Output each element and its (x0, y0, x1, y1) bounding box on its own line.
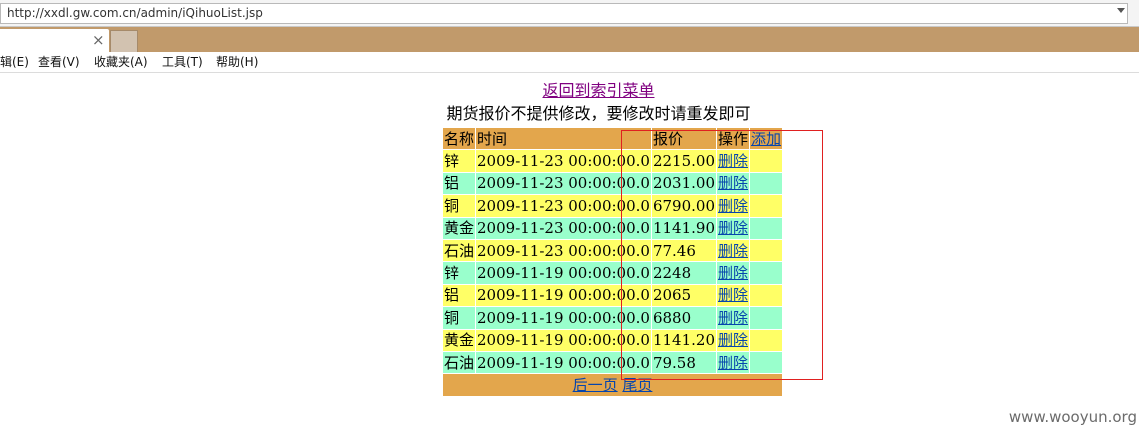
cell-name: 黄金 (443, 329, 476, 351)
cell-empty (750, 150, 783, 172)
table-header-row: 名称 时间 报价 操作 添加 (443, 128, 783, 150)
delete-link[interactable]: 删除 (718, 354, 748, 372)
cell-time: 2009-11-19 00:00:00.0 (476, 351, 651, 374)
table-row: 石油 2009-11-23 00:00:00.0 77.46 删除 (443, 239, 783, 262)
cell-time: 2009-11-23 00:00:00.0 (476, 172, 651, 195)
table-row: 铝 2009-11-23 00:00:00.0 2031.00 删除 (443, 172, 783, 195)
table-row: 黄金 2009-11-19 00:00:00.0 1141.20 删除 (443, 329, 783, 351)
table-row: 黄金 2009-11-23 00:00:00.0 1141.90 删除 (443, 217, 783, 239)
cell-name: 铝 (443, 284, 476, 307)
delete-link[interactable]: 删除 (718, 264, 748, 282)
delete-link[interactable]: 删除 (718, 331, 748, 349)
table-row: 石油 2009-11-19 00:00:00.0 79.58 删除 (443, 351, 783, 374)
delete-link[interactable]: 删除 (718, 174, 748, 192)
cell-name: 石油 (443, 239, 476, 262)
watermark: www.wooyun.org (1008, 408, 1137, 426)
cell-time: 2009-11-19 00:00:00.0 (476, 284, 651, 307)
last-page-link[interactable]: 尾页 (622, 376, 652, 394)
menu-tools[interactable]: 工具(T) (162, 55, 203, 69)
url-input[interactable]: http://xxdl.gw.com.cn/admin/iQihuoList.j… (0, 3, 1128, 24)
address-dropdown-icon[interactable] (1117, 8, 1125, 13)
close-icon[interactable]: × (92, 33, 105, 48)
delete-link[interactable]: 删除 (718, 152, 748, 170)
cell-price: 6880 (651, 307, 716, 329)
address-bar: http://xxdl.gw.com.cn/admin/iQihuoList.j… (0, 0, 1139, 27)
page-notice: 期货报价不提供修改，要修改时请重发即可 (446, 104, 751, 123)
table-row: 锌 2009-11-23 00:00:00.0 2215.00 删除 (443, 150, 783, 172)
cell-price: 77.46 (651, 239, 716, 262)
cell-time: 2009-11-19 00:00:00.0 (476, 307, 651, 329)
delete-link[interactable]: 删除 (718, 286, 748, 304)
menu-bar: 辑(E) 查看(V) 收藏夹(A) 工具(T) 帮助(H) (0, 52, 1139, 73)
cell-name: 锌 (443, 150, 476, 172)
menu-view[interactable]: 查看(V) (38, 55, 80, 69)
tab-strip: × (0, 27, 1139, 52)
delete-link[interactable]: 删除 (718, 242, 748, 260)
menu-favorites[interactable]: 收藏夹(A) (94, 55, 148, 69)
cell-price: 79.58 (651, 351, 716, 374)
table-row: 铜 2009-11-23 00:00:00.0 6790.00 删除 (443, 195, 783, 217)
cell-name: 铜 (443, 307, 476, 329)
table-body: 锌 2009-11-23 00:00:00.0 2215.00 删除铝 2009-11-… (443, 150, 783, 374)
cell-price: 1141.90 (651, 217, 716, 239)
cell-empty (750, 217, 783, 239)
delete-link[interactable]: 删除 (718, 219, 748, 237)
back-to-index-link[interactable]: 返回到索引菜单 (0, 82, 1139, 100)
cell-time: 2009-11-23 00:00:00.0 (476, 150, 651, 172)
cell-empty (750, 262, 783, 284)
header-time: 时间 (476, 128, 651, 150)
cell-empty (750, 307, 783, 329)
page-content: 返回到索引菜单 期货报价不提供修改，要修改时请重发即可 名称 时间 报价 操作 … (0, 73, 1139, 429)
cell-empty (750, 195, 783, 217)
cell-price: 6790.00 (651, 195, 716, 217)
add-link[interactable]: 添加 (751, 130, 781, 148)
cell-empty (750, 172, 783, 195)
cell-empty (750, 284, 783, 307)
table-row: 铜 2009-11-19 00:00:00.0 6880 删除 (443, 307, 783, 329)
delete-link[interactable]: 删除 (718, 309, 748, 327)
next-page-link[interactable]: 后一页 (573, 376, 618, 394)
cell-time: 2009-11-23 00:00:00.0 (476, 195, 651, 217)
header-action: 操作 (716, 128, 749, 150)
cell-price: 1141.20 (651, 329, 716, 351)
cell-time: 2009-11-19 00:00:00.0 (476, 262, 651, 284)
menu-help[interactable]: 帮助(H) (216, 55, 258, 69)
table-row: 铝 2009-11-19 00:00:00.0 2065 删除 (443, 284, 783, 307)
table-row: 锌 2009-11-19 00:00:00.0 2248 删除 (443, 262, 783, 284)
delete-link[interactable]: 删除 (718, 197, 748, 215)
tab-current[interactable]: × (0, 29, 109, 52)
cell-empty (750, 239, 783, 262)
cell-time: 2009-11-19 00:00:00.0 (476, 329, 651, 351)
cell-name: 铝 (443, 172, 476, 195)
cell-name: 石油 (443, 351, 476, 374)
cell-price: 2031.00 (651, 172, 716, 195)
cell-name: 锌 (443, 262, 476, 284)
cell-empty (750, 329, 783, 351)
new-tab-button[interactable] (110, 30, 138, 52)
cell-price: 2248 (651, 262, 716, 284)
cell-time: 2009-11-23 00:00:00.0 (476, 217, 651, 239)
cell-name: 黄金 (443, 217, 476, 239)
cell-price: 2215.00 (651, 150, 716, 172)
cell-price: 2065 (651, 284, 716, 307)
menu-edit[interactable]: 辑(E) (0, 55, 29, 69)
cell-time: 2009-11-23 00:00:00.0 (476, 239, 651, 262)
header-name: 名称 (443, 128, 476, 150)
cell-name: 铜 (443, 195, 476, 217)
quote-table: 名称 时间 报价 操作 添加 锌 2009-11-23 00:00:00.0 221… (442, 127, 783, 397)
header-price: 报价 (651, 128, 716, 150)
pager-row: 后一页 尾页 (443, 374, 783, 396)
cell-empty (750, 351, 783, 374)
